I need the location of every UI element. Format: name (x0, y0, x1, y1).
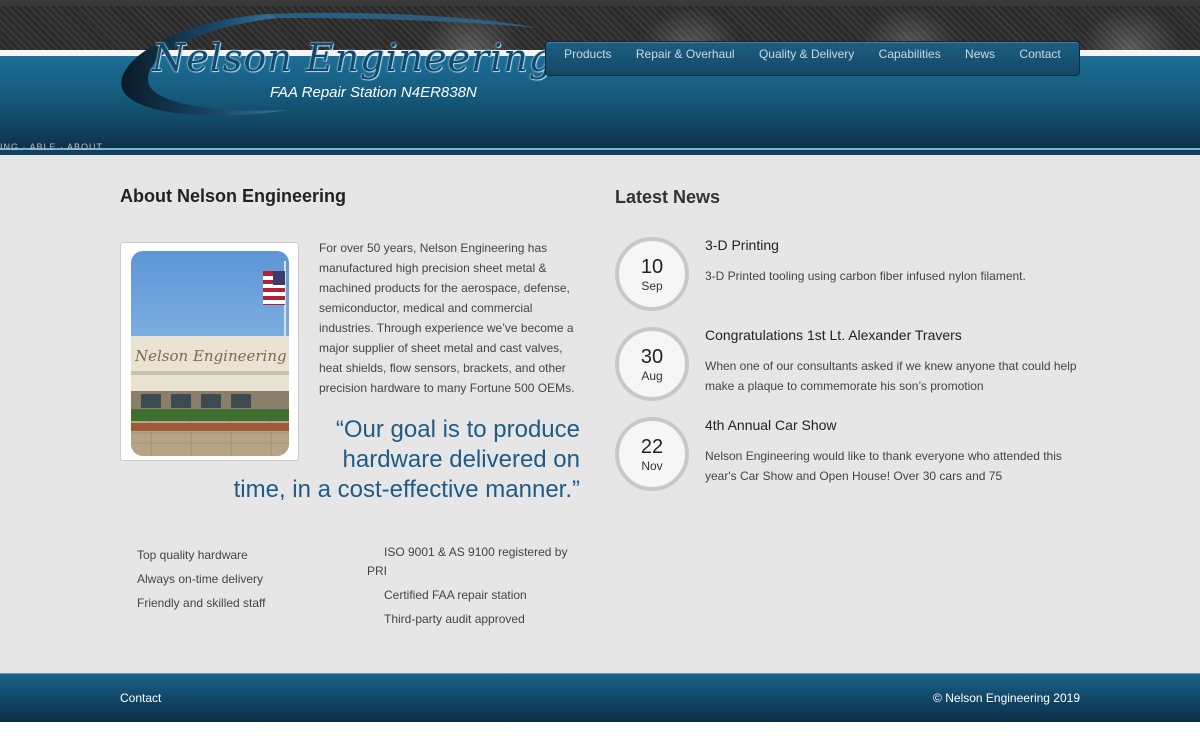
news-date-day: 30 (640, 346, 664, 368)
site-footer: Contact © Nelson Engineering 2019 (0, 673, 1200, 722)
news-date-badge: 10 Sep (615, 237, 689, 311)
nav-quality-delivery[interactable]: Quality & Delivery (759, 47, 854, 61)
news-date-day: 22 (640, 436, 664, 458)
feature-item: Friendly and skilled staff (137, 596, 266, 610)
feature-item: Always on-time delivery (137, 572, 264, 586)
news-item-title[interactable]: Congratulations 1st Lt. Alexander Traver… (705, 327, 962, 343)
news-date-month: Aug (641, 369, 663, 383)
breadcrumb: ING · ABLE · ABOUT (0, 142, 104, 152)
news-item-title[interactable]: 3-D Printing (705, 237, 779, 253)
footer-contact-link[interactable]: Contact (120, 691, 161, 705)
nav-contact[interactable]: Contact (1019, 47, 1060, 61)
feature-item: Top quality hardware (137, 548, 248, 562)
company-quote: “Our goal is to produce hardware deliver… (170, 415, 580, 505)
news-item-body: When one of our consultants asked if we … (705, 359, 1077, 393)
page-bottom-margin (0, 722, 1200, 750)
nav-repair-overhaul[interactable]: Repair & Overhaul (636, 47, 735, 61)
news-item-body: Nelson Engineering would like to thank e… (705, 449, 1062, 483)
news-date-day: 10 (640, 256, 664, 278)
news-date-month: Nov (641, 459, 663, 473)
quote-line: hardware delivered on (342, 446, 580, 473)
svg-text:Nelson Engineering Co.: Nelson Engineering Co. (134, 347, 289, 365)
nav-products[interactable]: Products (564, 47, 611, 61)
quote-line: time, in a cost-effective manner.” (233, 476, 580, 503)
news-title: Latest News (615, 187, 721, 207)
news-item-body: 3-D Printed tooling using carbon fiber i… (705, 269, 1026, 283)
about-title: About Nelson Engineering (120, 186, 347, 206)
news-date-badge: 30 Aug (615, 327, 689, 401)
header-bottom-edge (0, 150, 1200, 155)
logo-subtitle: FAA Repair Station N4ER838N (270, 84, 477, 101)
about-description: For over 50 years, Nelson Engineering ha… (319, 241, 575, 395)
nav-capabilities[interactable]: Capabilities (879, 47, 941, 61)
feature-item: ISO 9001 & AS 9100 registered by PRI (367, 545, 568, 578)
features-list-left: Top quality hardware Always on-time deli… (137, 543, 266, 615)
flag-icon (263, 271, 285, 305)
nav-news[interactable]: News (965, 47, 995, 61)
header-sheen (1080, 6, 1180, 50)
news-date-month: Sep (641, 279, 663, 293)
feature-item: Certified FAA repair station (384, 588, 527, 602)
news-item-title[interactable]: 4th Annual Car Show (705, 417, 837, 433)
main-nav: Products Repair & Overhaul Quality & Del… (545, 41, 1080, 76)
features-list-right: ISO 9001 & AS 9100 registered by PRI Cer… (367, 543, 587, 634)
feature-item: Third-party audit approved (384, 612, 525, 626)
quote-line: “Our goal is to produce (335, 416, 580, 443)
news-date-badge: 22 Nov (615, 417, 689, 491)
footer-copyright: © Nelson Engineering 2019 (933, 691, 1080, 705)
